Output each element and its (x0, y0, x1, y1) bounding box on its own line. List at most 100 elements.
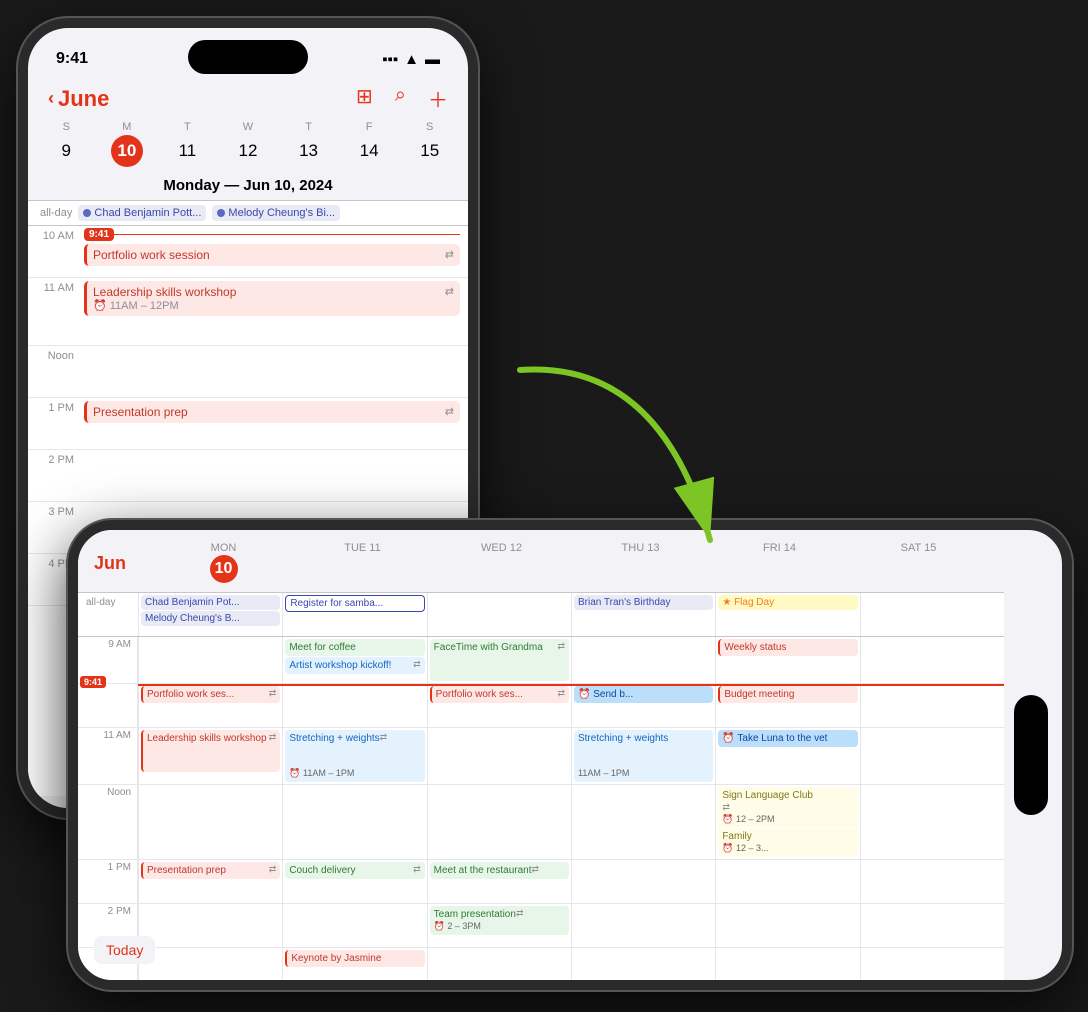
l-cell-mon-2 (138, 904, 282, 947)
l-cell-mon-11: Leadership skills workshop ⇄ (138, 728, 282, 784)
event-stretching-tue[interactable]: Stretching + weights ⇄ ⏰ 11AM – 1PM (285, 730, 424, 782)
selected-day-label: Monday — Jun 10, 2024 (28, 169, 468, 201)
chevron-left-icon: ‹ (48, 88, 54, 109)
add-event-icon[interactable]: ＋ (428, 84, 448, 113)
event-facetime-grandma[interactable]: FaceTime with Grandma ⇄ (430, 639, 569, 681)
time-row-11am: 11 AM Leadership skills workshop ⇄ ⏰ 11A… (28, 278, 468, 346)
allday-label: all-day (78, 593, 138, 636)
l-cell-mon-1: Presentation prep ⇄ (138, 860, 282, 903)
event-team-presentation[interactable]: Team presentation ⇄ ⏰ 2 – 3PM (430, 906, 569, 935)
l-cell-fri-2 (715, 904, 859, 947)
l-cell-thu-2 (571, 904, 715, 947)
time-row-noon: Noon (28, 346, 468, 398)
event-keynote-jasmine[interactable]: Keynote by Jasmine (285, 950, 424, 967)
signal-icon: ▪▪▪ (382, 51, 398, 68)
day-col-sat[interactable]: S 15 (399, 121, 460, 169)
event-family[interactable]: Family ⏰ 12 – 3... (718, 828, 857, 857)
now-time-badge: 9:41 (84, 228, 114, 241)
today-button[interactable]: Today (94, 936, 155, 964)
l-cell-sat-2 (860, 904, 1004, 947)
l-cell-mon-noon (138, 785, 282, 859)
l-cell-mon-3 (138, 948, 282, 980)
landscape-day-mon[interactable]: Mon 10 (154, 538, 293, 588)
status-time: 9:41 (56, 50, 88, 68)
landscape-month-label: Jun (94, 553, 154, 574)
month-back-button[interactable]: ‹ June (48, 86, 109, 112)
event-couch-delivery[interactable]: Couch delivery ⇄ (285, 862, 424, 879)
landscape-day-tue[interactable]: Tue 11 (293, 538, 432, 588)
l-cell-wed-noon (427, 785, 571, 859)
l-cell-mon-now: Portfolio work ses... ⇄ (138, 684, 282, 727)
day-col-thu[interactable]: T 13 (278, 121, 339, 169)
all-day-label: all-day (40, 207, 72, 219)
event-presentation-prep[interactable]: Presentation prep ⇄ (84, 401, 460, 423)
now-line-bar (114, 234, 460, 236)
allday-event-1[interactable]: Chad Benjamin Pott... (78, 205, 206, 221)
landscape-day-sat[interactable]: Sat 15 (849, 538, 988, 588)
view-toggle-icon[interactable]: ⊞ (356, 84, 373, 113)
l-cell-sat-1 (860, 860, 1004, 903)
all-day-row: all-day Chad Benjamin Pott... Melody Che… (28, 201, 468, 226)
day-col-wed[interactable]: W 12 (218, 121, 279, 169)
allday-melody[interactable]: Melody Cheung's B... (141, 611, 280, 626)
l-cell-wed-1: Meet at the restaurant ⇄ (427, 860, 571, 903)
event-leadership-landscape[interactable]: Leadership skills workshop ⇄ (141, 730, 280, 772)
l-cell-fri-now: Budget meeting (715, 684, 859, 727)
allday-sat (860, 593, 1004, 636)
l-row-noon: Noon Sign Language Club ⇄ ⏰ 12 – 2PM (78, 785, 1004, 860)
l-cell-tue-noon (282, 785, 426, 859)
arrow-indicator (460, 340, 780, 600)
l-cell-fri-noon: Sign Language Club ⇄ ⏰ 12 – 2PM Family ⏰… (715, 785, 859, 859)
allday-event-2[interactable]: Melody Cheung's Bi... (212, 205, 340, 221)
event-leadership-workshop[interactable]: Leadership skills workshop ⇄ ⏰ 11AM – 12… (84, 281, 460, 316)
event-luna-vet[interactable]: ⏰ Take Luna to the vet (718, 730, 857, 747)
sync-icon-3: ⇄ (445, 405, 454, 418)
l-cell-sat-11 (860, 728, 1004, 784)
day-col-fri[interactable]: F 14 (339, 121, 400, 169)
l-cell-tue-3: Keynote by Jasmine (282, 948, 426, 980)
event-weekly-status[interactable]: Weekly status (718, 639, 857, 656)
event-sign-language[interactable]: Sign Language Club ⇄ ⏰ 12 – 2PM (718, 787, 857, 827)
l-cell-thu-noon (571, 785, 715, 859)
allday-chad[interactable]: Chad Benjamin Pot... (141, 595, 280, 610)
day-col-mon[interactable]: M 10 (97, 121, 158, 169)
day-col-sun[interactable]: S 9 (36, 121, 97, 169)
l-cell-wed-2: Team presentation ⇄ ⏰ 2 – 3PM (427, 904, 571, 947)
l-cell-fri-3 (715, 948, 859, 980)
wifi-icon: ▲ (404, 51, 419, 68)
event-presentation-prep-l[interactable]: Presentation prep ⇄ (141, 862, 280, 879)
month-label: June (58, 86, 109, 112)
dynamic-island (188, 40, 308, 74)
event-send-b[interactable]: ⏰ Send b... (574, 686, 713, 703)
l-cell-sat-now (860, 684, 1004, 727)
l-cell-wed-11 (427, 728, 571, 784)
l-cell-wed-3 (427, 948, 571, 980)
event-portfolio-work[interactable]: Portfolio work session ⇄ (84, 244, 460, 266)
l-cell-sat-3 (860, 948, 1004, 980)
l-cell-tue-1: Couch delivery ⇄ (282, 860, 426, 903)
l-cell-fri-11: ⏰ Take Luna to the vet (715, 728, 859, 784)
event-meet-coffee[interactable]: Meet for coffee (285, 639, 424, 656)
l-cell-fri-9: Weekly status (715, 637, 859, 683)
l-cell-sat-9 (860, 637, 1004, 683)
week-days-header: S 9 M 10 T 11 W 12 T 13 F 14 S 15 (28, 121, 468, 169)
l-cell-thu-9 (571, 637, 715, 683)
dynamic-island-landscape (1014, 695, 1048, 815)
search-icon[interactable]: ⌕ (395, 84, 406, 113)
l-row-3pm: 3 PM Keynote by Jasmine (78, 948, 1004, 980)
allday-tue: Register for samba... (282, 593, 426, 636)
event-portfolio-mon[interactable]: Portfolio work ses... ⇄ (141, 686, 280, 703)
event-portfolio-wed[interactable]: Portfolio work ses... ⇄ (430, 686, 569, 703)
day-col-tue[interactable]: T 11 (157, 121, 218, 169)
l-row-9am: 9 AM Meet for coffee Artist workshop kic… (78, 637, 1004, 684)
l-cell-thu-11: Stretching + weights 11AM – 1PM (571, 728, 715, 784)
event-stretching-thu[interactable]: Stretching + weights 11AM – 1PM (574, 730, 713, 782)
status-icons: ▪▪▪ ▲ ▬ (382, 51, 440, 68)
event-budget-meeting[interactable]: Budget meeting (718, 686, 857, 703)
allday-samba[interactable]: Register for samba... (285, 595, 424, 612)
l-cell-thu-now: ⏰ Send b... (571, 684, 715, 727)
l-cell-fri-1 (715, 860, 859, 903)
event-artist-workshop[interactable]: Artist workshop kickoff! ⇄ (285, 657, 424, 674)
l-row-2pm: 2 PM Team presentation ⇄ ⏰ 2 – 3PM (78, 904, 1004, 948)
event-meet-restaurant[interactable]: Meet at the restaurant ⇄ (430, 862, 569, 879)
